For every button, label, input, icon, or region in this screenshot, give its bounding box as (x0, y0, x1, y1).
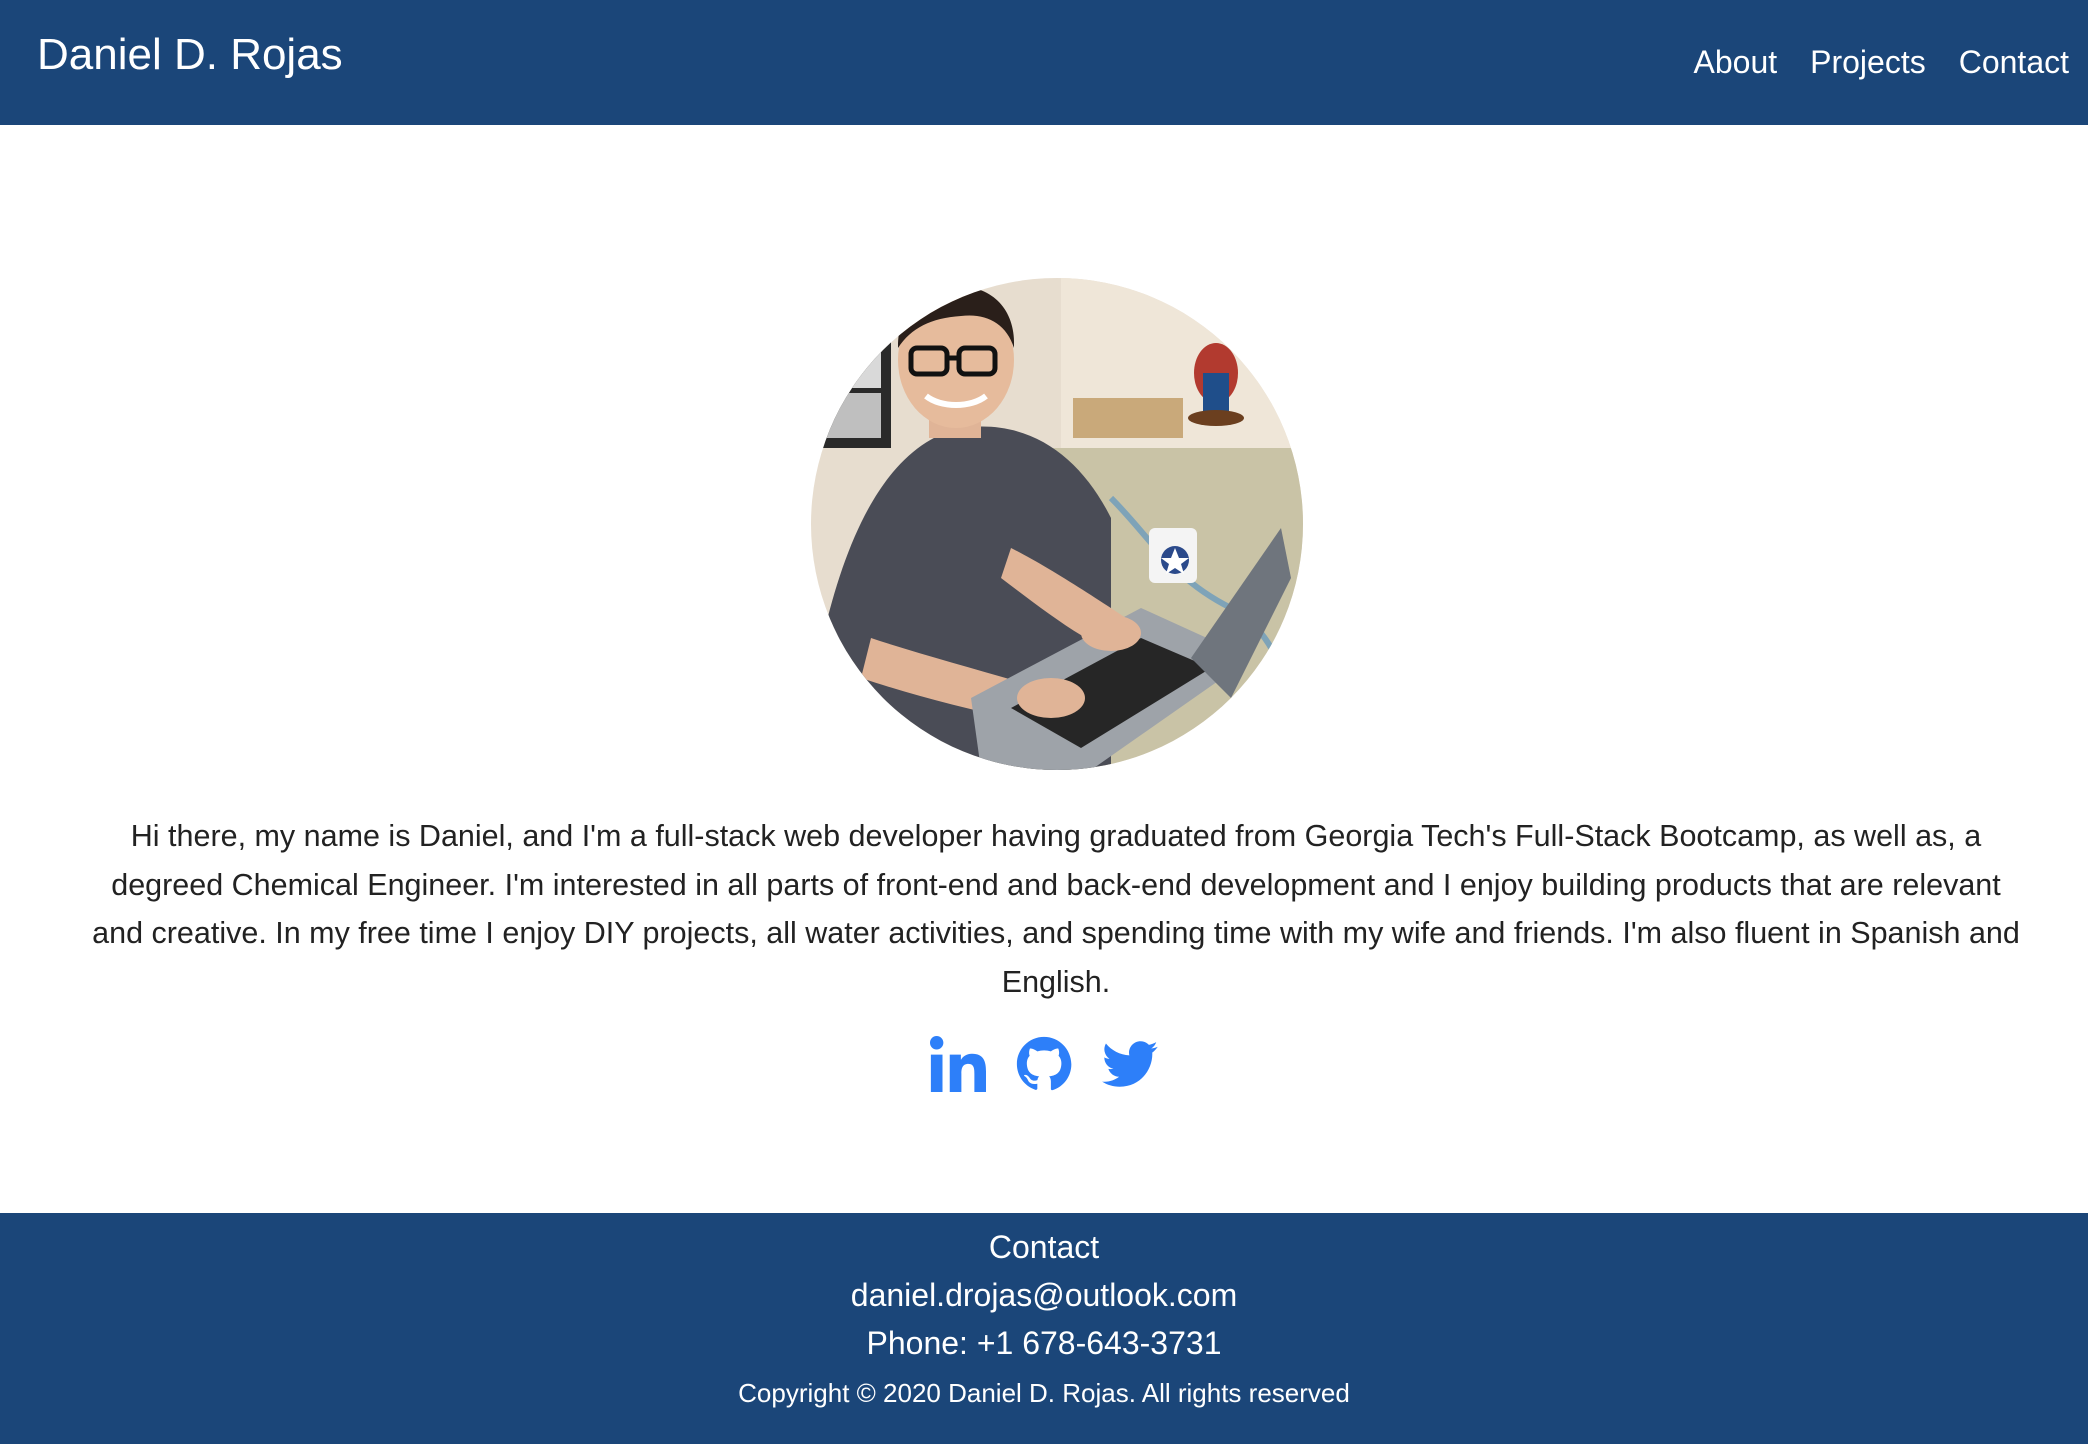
linkedin-link[interactable] (930, 1036, 986, 1092)
nav-menu: About Projects Contact (1694, 38, 2070, 86)
nav-link-projects[interactable]: Projects (1810, 38, 1926, 86)
footer: Contact daniel.drojas@outlook.com Phone:… (0, 1213, 2088, 1444)
phone-number: Phone: +1 678-643-3731 (866, 1325, 1222, 1361)
twitter-link[interactable] (1102, 1036, 1158, 1092)
github-icon (1016, 1036, 1072, 1091)
footer-title: Contact (988, 1229, 1100, 1265)
brand-link[interactable]: Daniel D. Rojas (37, 26, 343, 84)
nav-link-contact[interactable]: Contact (1959, 38, 2069, 86)
profile-photo (811, 278, 1303, 770)
bio-text: Hi there, my name is Daniel, and I'm a f… (92, 819, 2020, 999)
navbar: Daniel D. Rojas About Projects Contact (0, 0, 2088, 125)
email-link[interactable]: daniel.drojas@outlook.com (0, 1271, 2088, 1319)
linkedin-icon (930, 1036, 986, 1092)
nav-link-about[interactable]: About (1694, 38, 1778, 86)
github-link[interactable] (1016, 1036, 1072, 1092)
social-links (0, 1036, 2088, 1092)
copyright-text: Copyright © 2020 Daniel D. Rojas. All ri… (738, 1378, 1350, 1408)
twitter-icon (1102, 1041, 1158, 1087)
